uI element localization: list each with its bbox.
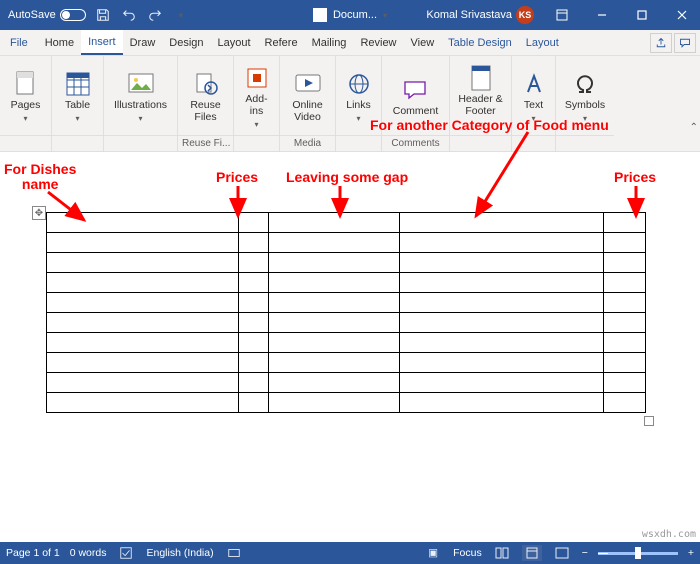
- word-doc-icon: [313, 8, 327, 22]
- close-icon[interactable]: [664, 0, 700, 30]
- pages-button[interactable]: Pages▾: [5, 68, 47, 125]
- table-icon: [64, 70, 92, 98]
- symbols-icon: [571, 70, 599, 98]
- status-focus[interactable]: Focus: [453, 547, 482, 559]
- web-layout-icon[interactable]: [552, 545, 572, 561]
- group-media: Media: [280, 135, 335, 151]
- tab-view[interactable]: View: [404, 30, 442, 55]
- table-row: [47, 353, 646, 373]
- tab-mailings[interactable]: Mailing: [305, 30, 354, 55]
- table-move-handle[interactable]: ✥: [32, 206, 46, 220]
- autosave-toggle[interactable]: AutoSave: [8, 9, 86, 21]
- maximize-icon[interactable]: [624, 0, 660, 30]
- annotation-prices-2: Prices: [614, 170, 656, 185]
- table-row: [47, 313, 646, 333]
- table-row: [47, 293, 646, 313]
- tab-table-design[interactable]: Table Design: [441, 30, 519, 55]
- user-name: Komal Srivastava: [426, 9, 512, 21]
- tab-references[interactable]: Refere: [258, 30, 305, 55]
- ribbon-tabs: File Home Insert Draw Design Layout Refe…: [0, 30, 700, 56]
- table-row: [47, 373, 646, 393]
- save-icon[interactable]: [94, 6, 112, 24]
- document-name: Docum...: [333, 9, 377, 21]
- zoom-slider[interactable]: [598, 552, 678, 555]
- spellcheck-icon[interactable]: [116, 545, 136, 561]
- status-language[interactable]: English (India): [146, 547, 213, 559]
- focus-mode-icon[interactable]: ▣: [423, 545, 443, 561]
- table-row: [47, 273, 646, 293]
- table-resize-handle[interactable]: [644, 416, 654, 426]
- read-mode-icon[interactable]: [492, 545, 512, 561]
- tab-design[interactable]: Design: [162, 30, 210, 55]
- table-row: [47, 233, 646, 253]
- text-icon: [520, 70, 548, 98]
- comment-icon: [401, 76, 429, 104]
- online-video-icon: [294, 70, 322, 98]
- tab-insert[interactable]: Insert: [81, 30, 123, 55]
- status-bar: Page 1 of 1 0 words English (India) ▣ Fo…: [0, 542, 700, 564]
- document-area[interactable]: ✥: [0, 152, 700, 542]
- tab-draw[interactable]: Draw: [123, 30, 163, 55]
- table-row: [47, 333, 646, 353]
- qat-dropdown-icon[interactable]: ▾: [172, 6, 190, 24]
- annotation-dishes: For Dishes name: [4, 162, 76, 193]
- reuse-files-button[interactable]: Reuse Files: [185, 68, 227, 125]
- reuse-files-icon: [192, 70, 220, 98]
- table-row: [47, 213, 646, 233]
- tab-review[interactable]: Review: [353, 30, 403, 55]
- illustrations-icon: [127, 70, 155, 98]
- user-account[interactable]: Komal Srivastava KS: [426, 6, 534, 24]
- toggle-off-icon: [60, 9, 86, 21]
- table-button[interactable]: Table▾: [57, 68, 99, 125]
- ribbon: Pages▾ Table▾ Illustrations▾ Reuse Files…: [0, 56, 700, 152]
- autosave-label: AutoSave: [8, 9, 56, 21]
- print-layout-icon[interactable]: [522, 545, 542, 561]
- status-words[interactable]: 0 words: [70, 547, 107, 559]
- redo-icon[interactable]: [146, 6, 164, 24]
- online-video-button[interactable]: Online Video: [287, 68, 329, 125]
- zoom-out-button[interactable]: −: [582, 547, 588, 559]
- illustrations-button[interactable]: Illustrations▾: [110, 68, 171, 125]
- tab-table-layout[interactable]: Layout: [519, 30, 566, 55]
- avatar: KS: [516, 6, 534, 24]
- table-row: [47, 393, 646, 413]
- accessibility-icon[interactable]: [224, 545, 244, 561]
- pages-icon: [12, 70, 40, 98]
- group-reuse-files: Reuse Fi...: [178, 135, 233, 151]
- tab-home[interactable]: Home: [38, 30, 81, 55]
- header-footer-icon: [467, 64, 495, 92]
- minimize-icon[interactable]: [584, 0, 620, 30]
- table-row: [47, 253, 646, 273]
- addins-button[interactable]: Add- ins▾: [236, 62, 278, 130]
- title-bar: AutoSave ▾ Docum... ▾ Komal Srivastava K…: [0, 0, 700, 30]
- undo-icon[interactable]: [120, 6, 138, 24]
- annotation-category: For another Category of Food menu: [370, 118, 609, 133]
- watermark: wsxdh.com: [642, 529, 696, 540]
- inserted-table[interactable]: [46, 212, 646, 413]
- links-icon: [345, 70, 373, 98]
- ribbon-options-icon[interactable]: [544, 0, 580, 30]
- collapse-ribbon-icon[interactable]: ⌃: [690, 122, 698, 133]
- tab-file[interactable]: File: [0, 30, 38, 55]
- addins-icon: [243, 64, 271, 92]
- group-comments: Comments: [382, 135, 449, 151]
- tab-layout[interactable]: Layout: [211, 30, 258, 55]
- zoom-in-button[interactable]: +: [688, 547, 694, 559]
- share-button[interactable]: [650, 33, 672, 53]
- comments-button[interactable]: [674, 33, 696, 53]
- comment-button[interactable]: Comment: [389, 74, 443, 120]
- annotation-gap: Leaving some gap: [286, 170, 408, 185]
- annotation-prices-1: Prices: [216, 170, 258, 185]
- doc-dropdown-icon: ▾: [383, 11, 387, 20]
- status-page[interactable]: Page 1 of 1: [6, 547, 60, 559]
